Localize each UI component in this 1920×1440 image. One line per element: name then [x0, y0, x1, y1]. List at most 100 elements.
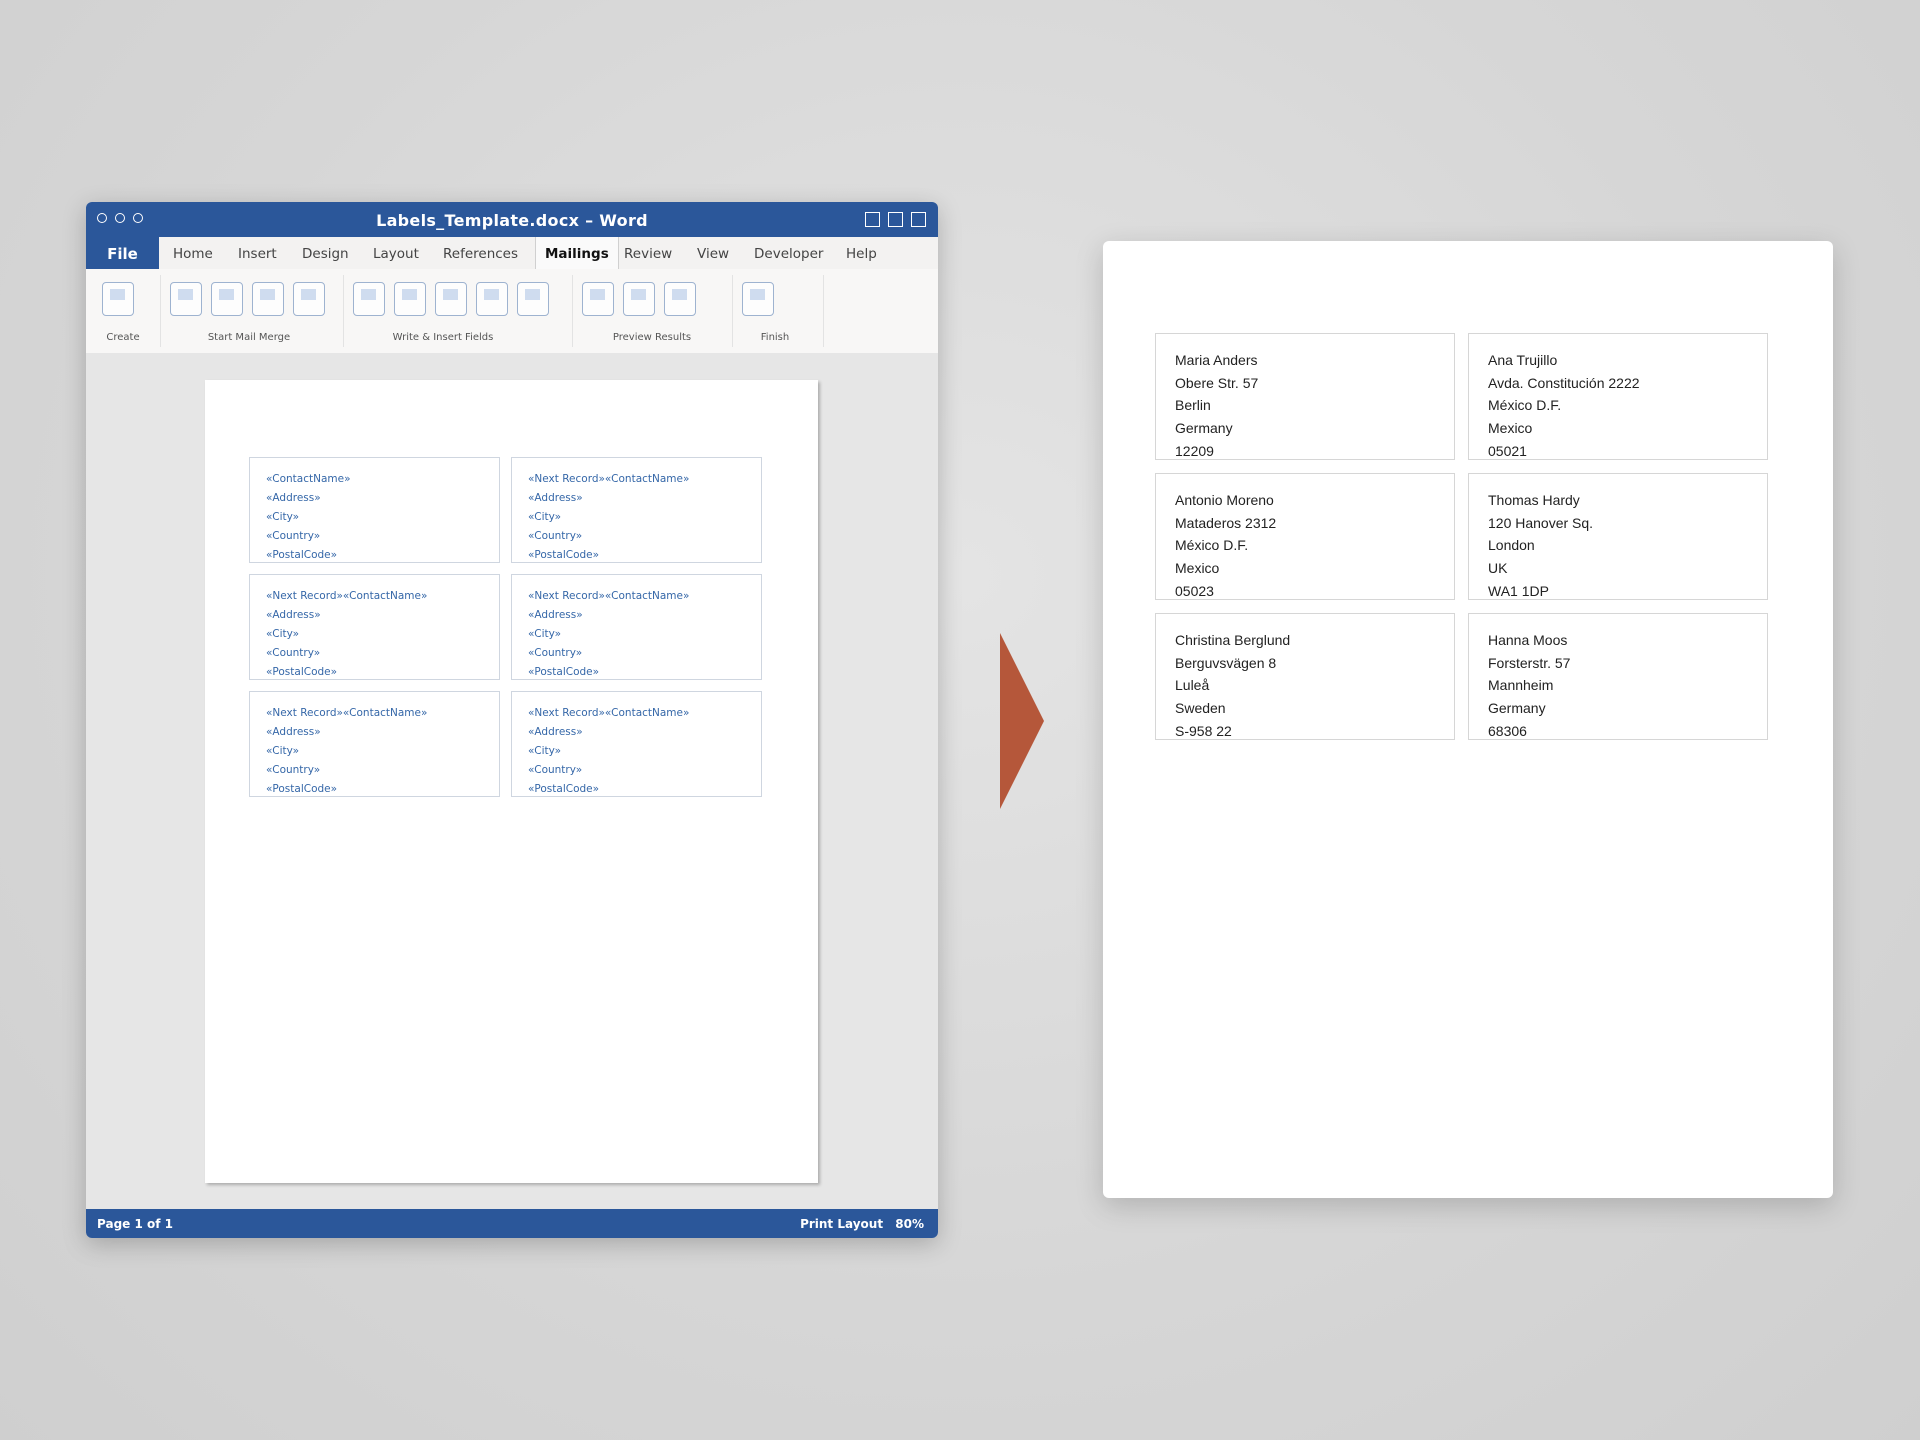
- rules-button[interactable]: [517, 282, 549, 316]
- group-preview-results-label: Preview Results: [612, 332, 692, 343]
- label-line: London: [1488, 537, 1535, 554]
- merge-field: «Next Record»«ContactName»: [266, 590, 428, 602]
- label-line: Antonio Moreno: [1175, 492, 1274, 508]
- label-line: Mexico: [1488, 420, 1533, 437]
- template-label[interactable]: «Next Record»«ContactName» «Address» «Ci…: [511, 691, 762, 797]
- find-recipient-button[interactable]: [623, 282, 655, 316]
- label-line: Berlin: [1175, 397, 1211, 414]
- document-canvas[interactable]: «ContactName» «Address» «City» «Country»…: [86, 353, 938, 1209]
- address-block-button[interactable]: [394, 282, 426, 316]
- close-window-icon[interactable]: [911, 212, 926, 227]
- window-title: Labels_Template.docx – Word: [376, 211, 648, 230]
- merge-field: «Next Record»«ContactName»: [528, 473, 690, 485]
- template-label[interactable]: «Next Record»«ContactName» «Address» «Ci…: [511, 574, 762, 680]
- merge-field: «City»: [266, 628, 300, 640]
- status-bar: Page 1 of 1 Print Layout 80%: [86, 1209, 938, 1238]
- template-label[interactable]: «Next Record»«ContactName» «Address» «Ci…: [249, 574, 500, 680]
- label-line: Ana Trujillo: [1488, 352, 1558, 368]
- label-line: Mannheim: [1488, 677, 1554, 694]
- merge-field: «Country»: [528, 764, 583, 776]
- restore-window-icon[interactable]: [888, 212, 903, 227]
- tab-review[interactable]: Review: [624, 237, 672, 269]
- label-line: S-958 22: [1175, 722, 1232, 739]
- minimize-window-icon[interactable]: [865, 212, 880, 227]
- merge-field: «Address»: [528, 726, 583, 738]
- label-line: Berguvsvägen 8: [1175, 654, 1277, 671]
- merge-field: «Address»: [266, 492, 321, 504]
- label-line: 05023: [1175, 582, 1214, 599]
- ribbon: Create Start Mail Merge Write & Insert F…: [86, 269, 938, 354]
- merge-field: «Country»: [266, 530, 321, 542]
- check-errors-button[interactable]: [664, 282, 696, 316]
- label-line: Germany: [1175, 420, 1233, 437]
- address-label: Antonio Moreno Mataderos 2312 México D.F…: [1155, 473, 1455, 600]
- merge-field: «City»: [528, 511, 562, 523]
- merge-field: «PostalCode»: [528, 666, 600, 678]
- address-label: Hanna Moos Forsterstr. 57 Mannheim Germa…: [1468, 613, 1768, 740]
- merge-field: «PostalCode»: [266, 549, 338, 561]
- tab-mailings[interactable]: Mailings: [535, 237, 619, 269]
- edit-recipients-button[interactable]: [252, 282, 284, 316]
- template-label[interactable]: «Next Record»«ContactName» «Address» «Ci…: [511, 457, 762, 563]
- tab-home[interactable]: Home: [173, 237, 213, 269]
- label-line: Forsterstr. 57: [1488, 654, 1571, 671]
- label-line: Mataderos 2312: [1175, 514, 1277, 531]
- label-line: Germany: [1488, 700, 1546, 717]
- merge-field: «PostalCode»: [266, 666, 338, 678]
- ribbon-separator: [823, 275, 824, 347]
- merge-field: «PostalCode»: [528, 549, 600, 561]
- merge-field: «Address»: [528, 609, 583, 621]
- template-label[interactable]: «ContactName» «Address» «City» «Country»…: [249, 457, 500, 563]
- label-line: 12209: [1175, 442, 1214, 459]
- address-label: Ana Trujillo Avda. Constitución 2222 Méx…: [1468, 333, 1768, 460]
- address-label: Christina Berglund Berguvsvägen 8 Luleå …: [1155, 613, 1455, 740]
- merge-field: «Next Record»«ContactName»: [528, 590, 690, 602]
- label-line: México D.F.: [1488, 397, 1562, 414]
- highlight-fields-button[interactable]: [353, 282, 385, 316]
- merge-field: «City»: [266, 745, 300, 757]
- merge-field: «Country»: [266, 764, 321, 776]
- group-start-mail-merge-label: Start Mail Merge: [207, 332, 291, 343]
- merge-field: «Address»: [266, 609, 321, 621]
- address-label: Maria Anders Obere Str. 57 Berlin German…: [1155, 333, 1455, 460]
- merge-field: «Country»: [266, 647, 321, 659]
- finish-merge-button[interactable]: [742, 282, 774, 316]
- tab-file[interactable]: File: [86, 237, 159, 269]
- view-mode[interactable]: Print Layout: [800, 1217, 883, 1231]
- title-bar: Labels_Template.docx – Word: [86, 202, 938, 237]
- label-line: Christina Berglund: [1175, 632, 1291, 648]
- label-line: UK: [1488, 560, 1508, 577]
- tab-layout[interactable]: Layout: [373, 237, 419, 269]
- tab-view[interactable]: View: [697, 237, 729, 269]
- label-line: 120 Hanover Sq.: [1488, 514, 1594, 531]
- merge-option-button[interactable]: [293, 282, 325, 316]
- merge-field: «Country»: [528, 530, 583, 542]
- start-merge-button[interactable]: [170, 282, 202, 316]
- window-controls: [865, 212, 926, 227]
- status-right: Print Layout 80%: [792, 1209, 924, 1238]
- tab-design[interactable]: Design: [302, 237, 349, 269]
- merged-result-page: Maria Anders Obere Str. 57 Berlin German…: [1103, 241, 1833, 1198]
- merge-field: «PostalCode»: [266, 783, 338, 795]
- document-page[interactable]: «ContactName» «Address» «City» «Country»…: [205, 380, 818, 1183]
- tab-developer[interactable]: Developer: [754, 237, 823, 269]
- select-recipients-button[interactable]: [211, 282, 243, 316]
- tab-help[interactable]: Help: [846, 237, 877, 269]
- merge-field: «City»: [266, 511, 300, 523]
- label-line: WA1 1DP: [1488, 582, 1549, 599]
- merge-field: «City»: [528, 745, 562, 757]
- page-count[interactable]: Page 1 of 1: [97, 1209, 173, 1238]
- tab-insert[interactable]: Insert: [238, 237, 277, 269]
- merge-field: «PostalCode»: [528, 783, 600, 795]
- template-label[interactable]: «Next Record»«ContactName» «Address» «Ci…: [249, 691, 500, 797]
- greeting-line-button[interactable]: [435, 282, 467, 316]
- group-create-label: Create: [106, 332, 140, 343]
- label-line: Sweden: [1175, 700, 1226, 717]
- insert-merge-field-button[interactable]: [476, 282, 508, 316]
- envelopes-labels-button[interactable]: [102, 282, 134, 316]
- preview-results-button[interactable]: [582, 282, 614, 316]
- zoom-level[interactable]: 80%: [895, 1217, 924, 1231]
- tab-references[interactable]: References: [443, 237, 518, 269]
- group-write-insert-fields-label: Write & Insert Fields: [392, 332, 494, 343]
- label-line: 05021: [1488, 442, 1527, 459]
